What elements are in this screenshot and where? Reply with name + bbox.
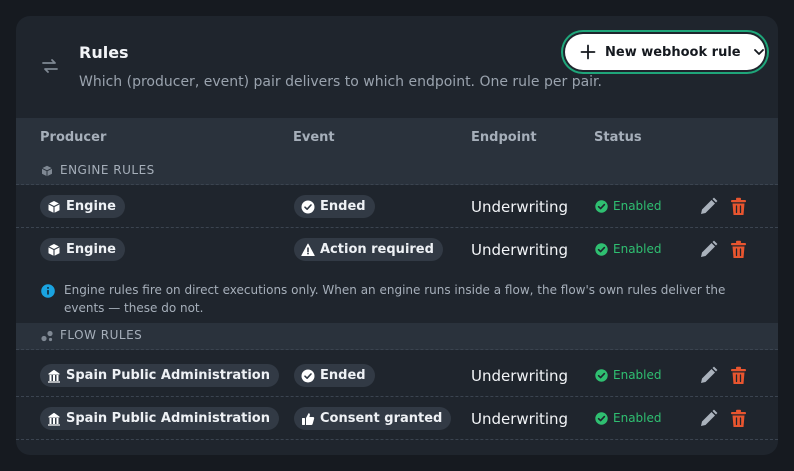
event-name: Action required xyxy=(320,242,434,257)
producer-pill[interactable]: Engine xyxy=(40,195,125,218)
new-webhook-rule-label: New webhook rule xyxy=(605,44,741,60)
producer-name: Engine xyxy=(66,242,116,257)
check-circle-icon xyxy=(301,200,315,213)
cube-icon xyxy=(41,165,53,177)
column-header-status: Status xyxy=(594,130,642,145)
endpoint-name: Underwriting xyxy=(471,367,569,385)
arrows-swap-icon xyxy=(42,59,58,73)
info-icon xyxy=(41,284,55,298)
status-text: Enabled xyxy=(613,411,662,425)
pencil-icon[interactable] xyxy=(699,409,718,428)
check-circle-icon xyxy=(595,368,608,382)
status-text: Enabled xyxy=(613,368,662,382)
page-title: Rules xyxy=(79,43,129,62)
new-webhook-rule-button[interactable]: New webhook rule xyxy=(565,34,765,70)
status-text: Enabled xyxy=(613,199,662,213)
cube-icon xyxy=(48,200,60,213)
rules-card: Rules Which (producer, event) pair deliv… xyxy=(16,16,778,455)
trash-icon[interactable] xyxy=(730,366,747,385)
table-row: Spain Public Administration Consent gran… xyxy=(16,397,778,440)
table-header: Producer Event Endpoint Status xyxy=(16,118,778,158)
rules-header: Rules Which (producer, event) pair deliv… xyxy=(16,16,778,118)
event-pill[interactable]: Consent granted xyxy=(294,407,452,430)
section-label: ENGINE RULES xyxy=(60,163,155,177)
producer-pill[interactable]: Spain Public Administration xyxy=(40,407,279,430)
endpoint-name: Underwriting xyxy=(471,410,569,428)
endpoint-name: Underwriting xyxy=(471,198,569,216)
pencil-icon[interactable] xyxy=(699,197,718,216)
check-circle-icon xyxy=(595,411,608,425)
check-circle-icon xyxy=(301,369,315,382)
building-icon xyxy=(48,412,60,426)
chevron-down-icon xyxy=(753,49,764,55)
column-header-producer: Producer xyxy=(40,130,107,145)
producer-pill[interactable]: Engine xyxy=(40,238,125,261)
event-pill[interactable]: Action required xyxy=(294,238,443,261)
section-flow-rules: FLOW RULES xyxy=(16,323,778,350)
status-text: Enabled xyxy=(613,242,662,256)
status-badge: Enabled xyxy=(595,411,662,425)
table-row: Engine Ended Underwriting Enabled xyxy=(16,185,778,228)
event-name: Consent granted xyxy=(320,411,443,426)
thumbs-up-icon xyxy=(302,412,315,425)
section-label: FLOW RULES xyxy=(60,328,143,342)
warning-triangle-icon xyxy=(301,243,315,256)
page-subtitle: Which (producer, event) pair delivers to… xyxy=(79,74,602,90)
plus-icon xyxy=(580,44,596,60)
trash-icon[interactable] xyxy=(730,240,747,259)
pencil-icon[interactable] xyxy=(699,366,718,385)
trash-icon[interactable] xyxy=(730,409,747,428)
column-header-event: Event xyxy=(293,130,335,145)
status-badge: Enabled xyxy=(595,242,662,256)
producer-name: Spain Public Administration xyxy=(66,411,270,426)
flow-nodes-icon xyxy=(41,330,53,342)
check-circle-icon xyxy=(595,242,608,256)
note-text: Engine rules fire on direct executions o… xyxy=(64,283,726,315)
table-row: Spain Public Administration Ended Underw… xyxy=(16,354,778,397)
status-badge: Enabled xyxy=(595,368,662,382)
event-pill[interactable]: Ended xyxy=(294,364,375,387)
pencil-icon[interactable] xyxy=(699,240,718,259)
producer-pill[interactable]: Spain Public Administration xyxy=(40,364,279,387)
cube-icon xyxy=(48,243,60,256)
producer-name: Engine xyxy=(66,199,116,214)
event-pill[interactable]: Ended xyxy=(294,195,375,218)
event-name: Ended xyxy=(320,199,366,214)
section-engine-rules: ENGINE RULES xyxy=(16,158,778,185)
endpoint-name: Underwriting xyxy=(471,241,569,259)
building-icon xyxy=(48,369,60,383)
engine-rules-note: Engine rules fire on direct executions o… xyxy=(16,270,778,323)
table-row: Engine Action required Underwriting Enab… xyxy=(16,228,778,271)
check-circle-icon xyxy=(595,199,608,213)
trash-icon[interactable] xyxy=(730,197,747,216)
producer-name: Spain Public Administration xyxy=(66,368,270,383)
event-name: Ended xyxy=(320,368,366,383)
column-header-endpoint: Endpoint xyxy=(471,130,537,145)
status-badge: Enabled xyxy=(595,199,662,213)
